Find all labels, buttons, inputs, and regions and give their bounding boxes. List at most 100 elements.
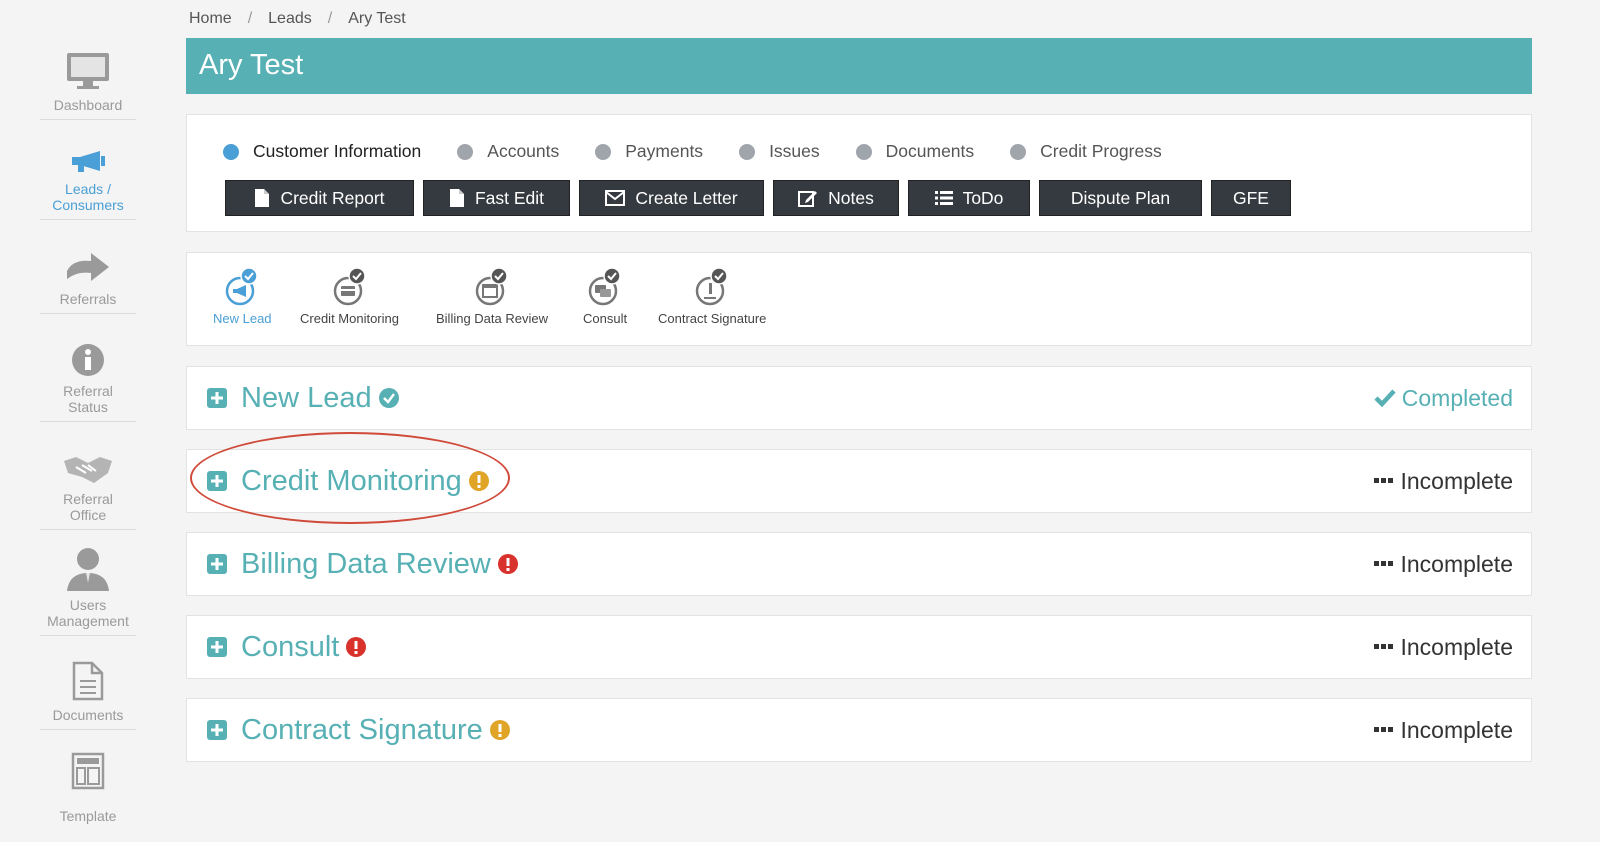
list-icon — [934, 190, 953, 206]
gfe-button[interactable]: GFE — [1211, 180, 1291, 216]
credit-card-icon — [333, 267, 366, 306]
dispute-plan-button[interactable]: Dispute Plan — [1039, 180, 1202, 216]
radio-dot-icon — [739, 143, 756, 160]
button-label: GFE — [1233, 187, 1269, 208]
tab-label: Customer Information — [253, 141, 422, 161]
section-credit-monitoring[interactable]: Credit Monitoring Incomplete — [186, 449, 1532, 513]
sidebar-item-template[interactable]: Template — [40, 730, 136, 830]
sidebar-item-users-management[interactable]: Users Management — [40, 530, 136, 636]
button-label: Create Letter — [635, 187, 738, 208]
step-contract-signature[interactable]: Contract Signature — [658, 267, 766, 326]
sidebar-item-referrals[interactable]: Referrals — [40, 220, 136, 314]
progress-steps-panel: New Lead Credit Monitoring Billing Data … — [186, 252, 1532, 346]
tab-label: Credit Progress — [1040, 141, 1162, 161]
tab-bar: Customer Information Accounts Payments I… — [223, 141, 1198, 162]
radio-dot-icon — [223, 143, 239, 160]
step-consult[interactable]: Consult — [583, 267, 627, 326]
expand-icon[interactable] — [207, 637, 227, 657]
tab-label: Documents — [885, 141, 975, 161]
warning-icon — [468, 470, 490, 492]
sidebar: Dashboard Leads / Consumers Referrals Re… — [40, 30, 136, 830]
sidebar-item-leads[interactable]: Leads / Consumers — [40, 120, 136, 220]
radio-dot-icon — [855, 143, 872, 160]
warning-icon — [489, 719, 511, 741]
expand-icon[interactable] — [207, 471, 227, 491]
tab-accounts[interactable]: Accounts — [457, 141, 559, 162]
breadcrumb-separator: / — [327, 10, 333, 27]
breadcrumb-separator: / — [247, 10, 253, 27]
arrow-right-icon — [65, 251, 111, 285]
step-label: New Lead — [213, 311, 272, 326]
ellipsis-icon — [1374, 643, 1394, 651]
sidebar-item-documents[interactable]: Documents — [40, 636, 136, 730]
step-credit-monitoring[interactable]: Credit Monitoring — [300, 267, 399, 326]
button-label: Notes — [828, 187, 874, 208]
step-label: Credit Monitoring — [300, 311, 399, 326]
tab-label: Accounts — [487, 141, 560, 161]
status-badge: Incomplete — [1374, 551, 1513, 578]
check-badge-icon — [378, 387, 400, 409]
checkmark-icon — [1374, 388, 1396, 408]
fast-edit-button[interactable]: Fast Edit — [423, 180, 570, 216]
section-title: Billing Data Review — [241, 547, 491, 580]
notes-button[interactable]: Notes — [773, 180, 899, 216]
section-billing-data-review[interactable]: Billing Data Review Incomplete — [186, 532, 1532, 596]
radio-dot-icon — [457, 143, 474, 160]
tab-payments[interactable]: Payments — [595, 141, 703, 162]
status-badge: Incomplete — [1374, 717, 1513, 744]
sidebar-item-label: Dashboard — [53, 97, 123, 113]
button-label: Credit Report — [280, 187, 385, 208]
breadcrumb-home[interactable]: Home — [189, 10, 232, 28]
handshake-icon — [62, 453, 114, 485]
section-consult[interactable]: Consult Incomplete — [186, 615, 1532, 679]
credit-report-button[interactable]: Credit Report — [225, 180, 414, 216]
ellipsis-icon — [1374, 726, 1394, 734]
tab-customer-information[interactable]: Customer Information — [223, 141, 421, 162]
sidebar-item-referral-office[interactable]: Referral Office — [40, 422, 136, 530]
page-title: Ary Test — [186, 38, 1532, 94]
status-badge: Incomplete — [1374, 634, 1513, 661]
pen-icon — [695, 267, 728, 306]
ellipsis-icon — [1374, 477, 1394, 485]
step-billing-data-review[interactable]: Billing Data Review — [436, 267, 548, 326]
button-label: ToDo — [962, 187, 1004, 208]
expand-icon[interactable] — [207, 720, 227, 740]
section-new-lead[interactable]: New Lead Completed — [186, 366, 1532, 430]
monitor-icon — [65, 51, 111, 91]
breadcrumb-leads[interactable]: Leads — [268, 10, 312, 28]
status-text: Incomplete — [1400, 550, 1513, 577]
sidebar-item-label: Leads / Consumers — [52, 181, 124, 213]
breadcrumb-current: Ary Test — [348, 10, 406, 27]
envelope-icon — [605, 190, 626, 206]
create-letter-button[interactable]: Create Letter — [579, 180, 764, 216]
customer-toolbar-panel: Customer Information Accounts Payments I… — [186, 114, 1532, 232]
todo-button[interactable]: ToDo — [908, 180, 1030, 216]
calendar-icon — [475, 267, 508, 306]
breadcrumb: Home / Leads / Ary Test — [189, 10, 406, 28]
expand-icon[interactable] — [207, 388, 227, 408]
tab-documents[interactable]: Documents — [855, 141, 975, 162]
file-icon — [254, 188, 270, 208]
sidebar-item-label: Referrals — [59, 291, 117, 307]
step-label: Consult — [583, 311, 628, 326]
step-label: Contract Signature — [658, 311, 767, 326]
sidebar-item-dashboard[interactable]: Dashboard — [40, 30, 136, 120]
status-text: Incomplete — [1400, 467, 1513, 494]
step-label: Billing Data Review — [436, 311, 548, 326]
sidebar-item-label: Referral Office — [63, 491, 113, 523]
sidebar-item-label: Documents — [52, 707, 124, 723]
tab-label: Payments — [625, 141, 704, 161]
section-contract-signature[interactable]: Contract Signature Incomplete — [186, 698, 1532, 762]
user-icon — [65, 545, 111, 591]
expand-icon[interactable] — [207, 554, 227, 574]
chat-icon — [588, 267, 621, 306]
error-icon — [497, 553, 519, 575]
tab-issues[interactable]: Issues — [739, 141, 820, 162]
megaphone-icon — [68, 149, 108, 175]
sidebar-item-label: Template — [59, 808, 117, 824]
edit-icon — [798, 189, 818, 207]
tab-credit-progress[interactable]: Credit Progress — [1010, 141, 1162, 162]
section-title: Credit Monitoring — [241, 464, 462, 497]
step-new-lead[interactable]: New Lead — [213, 267, 272, 326]
sidebar-item-referral-status[interactable]: Referral Status — [40, 314, 136, 422]
